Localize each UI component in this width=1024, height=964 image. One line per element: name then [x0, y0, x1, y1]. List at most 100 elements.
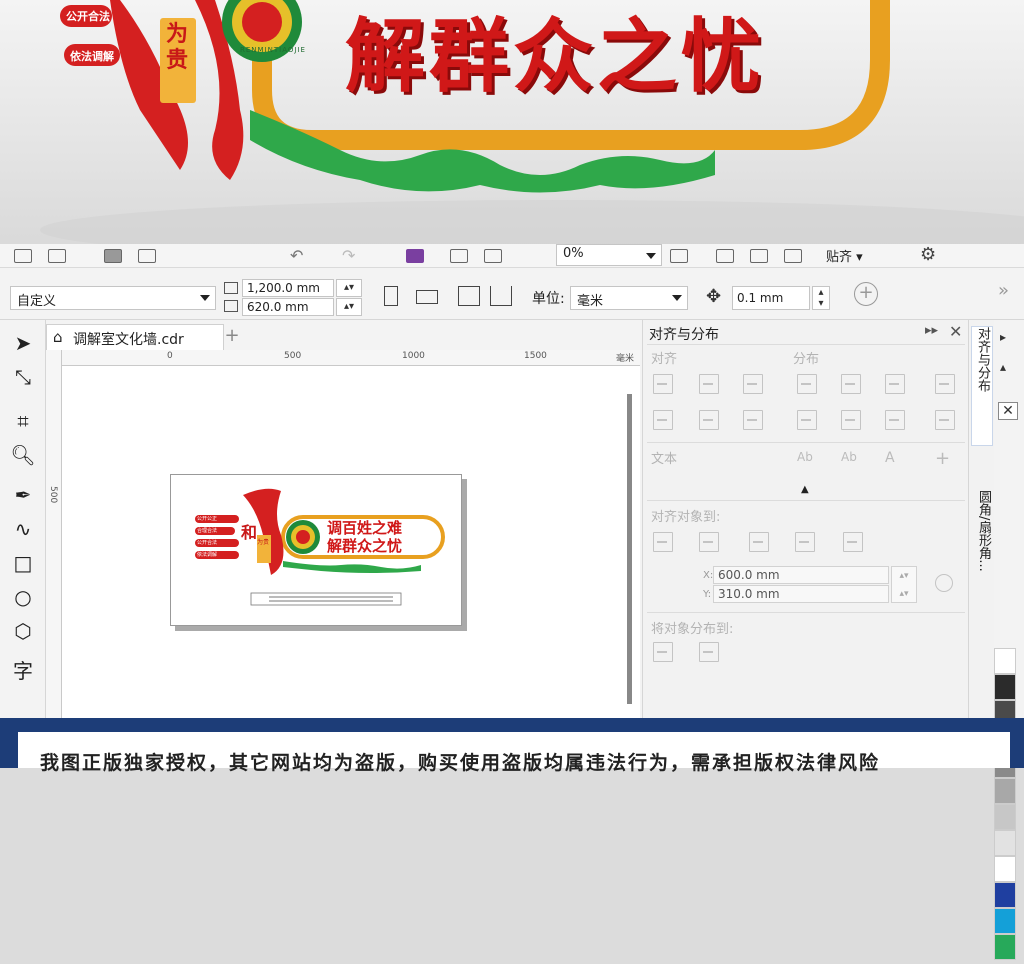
- align-center-h-icon[interactable]: [699, 374, 719, 394]
- units-combo[interactable]: 毫米: [570, 286, 688, 310]
- undo-icon[interactable]: ↶: [290, 246, 303, 265]
- page-size-combo[interactable]: 自定义: [10, 286, 216, 310]
- print-icon[interactable]: [138, 249, 156, 263]
- show-rulers-icon[interactable]: [716, 249, 734, 263]
- distribute-top-icon[interactable]: [797, 410, 817, 430]
- collapse-section-icon[interactable]: ▲: [801, 484, 809, 495]
- page-center-icon[interactable]: [749, 532, 769, 552]
- palette-swatch[interactable]: [994, 674, 1016, 700]
- new-document-icon[interactable]: [14, 249, 32, 263]
- y-position-input[interactable]: 310.0 mm: [713, 585, 889, 603]
- document-page[interactable]: 公开公正 合理合法 公开合法 依法调解 和 为贵 调百姓之难 解群众之忧: [170, 474, 462, 626]
- vertical-scrollbar[interactable]: [627, 394, 632, 704]
- text-outline-icon[interactable]: +: [935, 448, 950, 469]
- gear-icon[interactable]: ⚙: [920, 244, 936, 265]
- pick-tool-icon[interactable]: ➤: [10, 330, 36, 356]
- text-align-last-baseline-icon[interactable]: Ab: [841, 450, 857, 464]
- palette-expand-icon[interactable]: ▴: [1000, 360, 1006, 374]
- active-objects-icon[interactable]: [653, 532, 673, 552]
- page-badge-1: 公开公正: [197, 516, 218, 522]
- docker-tabs: 对齐与分布 圆角/扇形角...: [968, 320, 994, 768]
- pick-point-icon[interactable]: [935, 574, 953, 592]
- specified-point-icon[interactable]: [843, 532, 863, 552]
- nudge-distance-input[interactable]: 0.1 mm: [732, 286, 810, 310]
- palette-swatch[interactable]: [994, 882, 1016, 908]
- save-icon[interactable]: [104, 249, 122, 263]
- palette-scroll-up-icon[interactable]: ▸: [1000, 330, 1006, 344]
- palette-swatch[interactable]: [994, 804, 1016, 830]
- show-grid-icon[interactable]: [750, 249, 768, 263]
- distribute-vspacing-icon[interactable]: [885, 410, 905, 430]
- rectangle-tool-icon[interactable]: □: [10, 550, 36, 576]
- distribute-page-icon[interactable]: [699, 642, 719, 662]
- crop-tool-icon[interactable]: ⌗: [10, 408, 36, 434]
- landscape-icon[interactable]: [416, 290, 438, 304]
- freehand-tool-icon[interactable]: ✒: [10, 482, 36, 508]
- units-value: 毫米: [577, 294, 604, 309]
- text-tool-icon[interactable]: 字: [10, 658, 36, 684]
- current-page-icon[interactable]: [490, 286, 512, 306]
- align-bottom-icon[interactable]: [743, 410, 763, 430]
- tab-fillet-scallop[interactable]: 圆角/扇形角...: [971, 490, 993, 660]
- shape-tool-icon[interactable]: ⤡: [10, 364, 36, 390]
- distribute-left-icon[interactable]: [797, 374, 817, 394]
- polygon-tool-icon[interactable]: ⬡: [10, 618, 36, 644]
- horizontal-ruler[interactable]: 0 500 1000 1500 毫米: [62, 350, 640, 366]
- palette-swatch[interactable]: [994, 830, 1016, 856]
- page-badge-3: 公开合法: [197, 540, 218, 546]
- ruler-tick-label: 1500: [524, 351, 547, 361]
- ellipse-tool-icon[interactable]: ○: [10, 584, 36, 610]
- align-center-v-icon[interactable]: [699, 410, 719, 430]
- import-icon[interactable]: [450, 249, 468, 263]
- export-icon[interactable]: [484, 249, 502, 263]
- palette-swatch[interactable]: [994, 856, 1016, 882]
- document-tab[interactable]: ⌂ 调解室文化墙.cdr: [46, 324, 224, 350]
- width-spin-button[interactable]: ▴▾: [336, 279, 362, 297]
- text-bounding-box-icon[interactable]: A: [885, 450, 895, 466]
- show-guidelines-icon[interactable]: [784, 249, 802, 263]
- docker-collapse-icon[interactable]: ▸▸: [925, 323, 938, 338]
- distribute-selection-icon[interactable]: [653, 642, 673, 662]
- zoom-value: 0%: [563, 246, 584, 261]
- align-top-icon[interactable]: [653, 410, 673, 430]
- corel-connect-icon[interactable]: [406, 249, 424, 263]
- artistic-media-icon[interactable]: ∿: [10, 516, 36, 542]
- copyright-notice: 我图正版独家授权，其它网站均为盗版，购买使用盗版均属违法行为，需承担版权法律风险: [40, 752, 881, 774]
- fullscreen-icon[interactable]: [670, 249, 688, 263]
- tab-align-distribute[interactable]: 对齐与分布: [971, 326, 993, 446]
- palette-swatch[interactable]: [994, 908, 1016, 934]
- no-color-swatch-icon[interactable]: ✕: [998, 402, 1018, 420]
- distribute-middle-icon[interactable]: [841, 410, 861, 430]
- divider: [647, 500, 965, 501]
- page-height-input[interactable]: 620.0 mm: [242, 298, 334, 316]
- x-position-input[interactable]: 600.0 mm: [713, 566, 889, 584]
- distribute-right-icon[interactable]: [935, 374, 955, 394]
- all-pages-icon[interactable]: [458, 286, 480, 306]
- snap-to-menu[interactable]: 贴齐 ▾: [826, 246, 863, 265]
- height-spin-button[interactable]: ▴▾: [336, 298, 362, 316]
- palette-swatch[interactable]: [994, 648, 1016, 674]
- page-edge-icon[interactable]: [699, 532, 719, 552]
- portrait-icon[interactable]: [384, 286, 398, 306]
- page-width-input[interactable]: 1,200.0 mm: [242, 279, 334, 297]
- distribute-bottom-icon[interactable]: [935, 410, 955, 430]
- align-right-icon[interactable]: [743, 374, 763, 394]
- open-folder-icon[interactable]: [48, 249, 66, 263]
- distribute-center-icon[interactable]: [841, 374, 861, 394]
- palette-swatch[interactable]: [994, 934, 1016, 960]
- nudge-spin-button[interactable]: ▴ ▾: [812, 286, 830, 310]
- vertical-ruler[interactable]: 500: [46, 350, 62, 768]
- text-align-first-baseline-icon[interactable]: Ab: [797, 450, 813, 464]
- position-spin-buttons[interactable]: ▴▾ ▴▾: [891, 566, 917, 603]
- redo-icon[interactable]: ↷: [342, 246, 355, 265]
- grid-icon[interactable]: [795, 532, 815, 552]
- align-left-icon[interactable]: [653, 374, 673, 394]
- add-icon[interactable]: +: [854, 282, 878, 306]
- new-tab-button[interactable]: +: [222, 326, 242, 346]
- overflow-chevron-icon[interactable]: »: [998, 280, 1009, 301]
- distribute-spacing-icon[interactable]: [885, 374, 905, 394]
- close-icon[interactable]: ✕: [949, 322, 962, 341]
- zoom-tool-icon[interactable]: 🔍︎: [10, 442, 36, 468]
- zoom-combo[interactable]: 0%: [556, 244, 662, 266]
- palette-swatch[interactable]: [994, 778, 1016, 804]
